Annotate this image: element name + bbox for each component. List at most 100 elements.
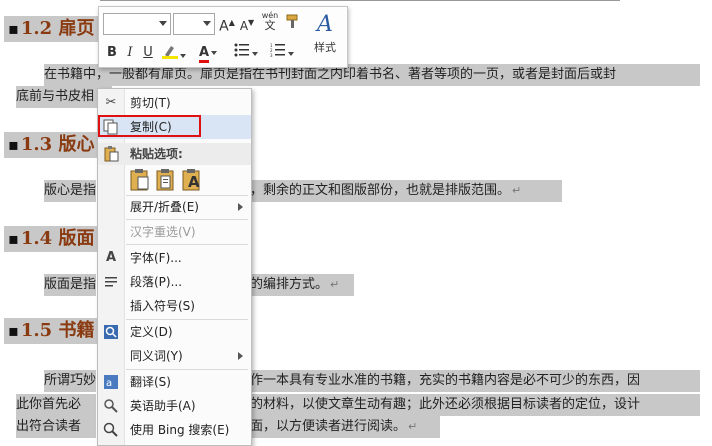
styles-button[interactable]: A 样式	[307, 11, 343, 63]
styles-label: 样式	[314, 41, 336, 54]
search-book-icon	[103, 324, 119, 340]
menu-item-label: 定义(D)	[130, 325, 173, 339]
highlight-annotation-box	[98, 115, 201, 137]
chevron-down-icon	[288, 51, 294, 56]
paragraph-text: 作一本具有专业水准的书籍，充实的书籍内容是必不可少的东西，因	[250, 373, 641, 388]
paragraph-text: 版心是指	[44, 183, 96, 198]
paragraph-text: 版面是指	[44, 277, 96, 292]
paragraph-line: 的材料，以使文章生动有趣；此外还必须根据目标读者的定位，设计	[250, 394, 700, 416]
heading-bullet: ▪	[8, 135, 19, 154]
svg-text:a: a	[106, 378, 112, 389]
paragraph-text: 面，以方便读者进行阅读。	[250, 419, 407, 434]
font-color-button[interactable]: A	[195, 43, 221, 63]
assistant-icon	[103, 398, 119, 414]
menu-item-label: 汉字重选(V)	[130, 225, 196, 239]
font-name-combo[interactable]	[103, 13, 171, 35]
font-icon: A	[105, 250, 117, 265]
chevron-down-icon[interactable]	[159, 21, 167, 26]
paragraph-text: ，剩余的正文和图版部份，也就是排版范围。	[250, 183, 511, 198]
menu-item-label: 字体(F)...	[130, 251, 182, 265]
paste-keep-formatting-button[interactable]	[130, 169, 150, 191]
shrink-font-icon: A	[239, 19, 249, 33]
paste-keep-text-only-button[interactable]: A	[182, 169, 202, 191]
scissors-icon: ✂	[105, 95, 117, 110]
heading-1-4: ▪ 1.4 版面	[4, 226, 106, 252]
numbering-button[interactable]: 123	[267, 43, 297, 63]
font-size-combo[interactable]	[173, 13, 215, 35]
paragraph-line: 版面是指	[44, 274, 96, 296]
heading-text: 版心	[58, 134, 95, 155]
paste-keep-formatting-icon	[130, 169, 149, 191]
svg-text:3: 3	[270, 53, 273, 57]
page-top-line	[100, 0, 620, 1]
underline-button[interactable]: U	[141, 43, 155, 63]
heading-1-3: ▪ 1.3 版心	[4, 132, 106, 158]
paragraph-text: 在书籍中，一般都有扉页。扉页是指在书刊封面之内印着书名、著者等项的一页，或者是封…	[44, 67, 617, 82]
paragraph-text: 出符合读者	[16, 419, 82, 434]
menu-item-reconvert[interactable]: 汉字重选(V)	[98, 220, 251, 244]
styles-icon: A	[317, 12, 333, 37]
chevron-right-icon	[238, 352, 243, 360]
menu-item-label: 英语助手(A)	[130, 399, 196, 413]
format-painter-icon	[286, 14, 298, 28]
menu-item-label: 段落(P)...	[130, 275, 183, 289]
menu-item-bing-search[interactable]: 使用 Bing 搜索(E)	[98, 418, 251, 442]
paragraph-line: ，剩余的正文和图版部份，也就是排版范围。 ↵	[250, 180, 562, 202]
paragraph-mark: ↵	[330, 278, 340, 291]
heading-1-2: ▪ 1.2 扉页	[4, 16, 101, 42]
paragraph-mark: ↵	[408, 420, 418, 433]
chevron-down-icon	[211, 50, 218, 55]
chevron-down-icon	[180, 53, 186, 58]
heading-text: 书籍	[58, 320, 95, 341]
heading-number: 1.4	[20, 228, 53, 249]
paragraph-line: 此你首先必	[16, 394, 96, 416]
menu-item-define[interactable]: 定义(D)	[98, 320, 251, 344]
menu-item-copy[interactable]: 复制(C)	[98, 115, 251, 139]
paragraph-text: 此你首先必	[16, 397, 82, 412]
menu-item-translate[interactable]: a 翻译(S)	[98, 370, 251, 394]
paragraph-icon	[103, 274, 119, 290]
heading-number: 1.2	[20, 18, 53, 39]
heading-number: 1.5	[20, 320, 53, 341]
paragraph-text: 底前与书皮相	[16, 89, 95, 104]
menu-item-label: 插入符号(S)	[130, 299, 195, 313]
chevron-down-icon[interactable]	[203, 21, 211, 26]
paragraph-text: 的编排方式。	[250, 277, 329, 292]
italic-button[interactable]: I	[123, 43, 137, 63]
menu-item-label: 同义词(Y)	[130, 349, 183, 363]
shrink-font-button[interactable]: A▼	[239, 13, 255, 33]
phonetic-guide-button[interactable]: wén 文	[259, 11, 281, 31]
menu-item-paragraph[interactable]: 段落(P)...	[98, 270, 251, 294]
menu-item-label: 使用 Bing 搜索(E)	[130, 423, 230, 437]
paragraph-text: 的材料，以使文章生动有趣；此外还必须根据目标读者的定位，设计	[250, 397, 641, 412]
paste-options-label: 粘贴选项:	[130, 147, 183, 161]
menu-item-label: 展开/折叠(E)	[130, 200, 199, 214]
menu-item-synonyms[interactable]: 同义词(Y)	[98, 344, 251, 368]
highlight-color-button[interactable]	[161, 43, 187, 63]
menu-item-expand-collapse[interactable]: 展开/折叠(E)	[98, 195, 251, 219]
bullets-button[interactable]	[231, 43, 261, 63]
translate-icon: a	[103, 374, 119, 390]
heading-text: 扉页	[58, 18, 95, 39]
format-painter-button[interactable]	[283, 13, 303, 33]
menu-item-english-assistant[interactable]: 英语助手(A)	[98, 394, 251, 418]
menu-item-font[interactable]: A 字体(F)...	[98, 246, 251, 270]
bold-button[interactable]: B	[105, 43, 119, 63]
menu-item-cut[interactable]: ✂ 剪切(T)	[98, 91, 251, 115]
menu-separator	[126, 244, 248, 245]
grow-font-button[interactable]: A▲	[219, 13, 235, 35]
paragraph-line: 的编排方式。 ↵	[250, 274, 354, 296]
bullets-icon	[234, 43, 249, 57]
heading-bullet: ▪	[8, 229, 19, 248]
font-color-icon: A	[198, 46, 210, 63]
heading-1-5: ▪ 1.5 书籍	[4, 318, 106, 344]
paragraph-text: 所谓巧妙	[44, 373, 96, 388]
paragraph-line: 所谓巧妙	[44, 370, 96, 392]
paste-merge-formatting-button[interactable]	[156, 169, 176, 191]
paragraph-mark: ↵	[512, 184, 522, 197]
paragraph-line: 作一本具有专业水准的书籍，充实的书籍内容是必不可少的东西，因	[250, 370, 700, 392]
menu-item-insert-symbol[interactable]: 插入符号(S)	[98, 294, 251, 318]
mini-toolbar: A▲ A▼ wén 文 B I U A 123 A 样式	[98, 6, 348, 68]
heading-number: 1.3	[20, 134, 53, 155]
search-icon	[103, 422, 119, 438]
